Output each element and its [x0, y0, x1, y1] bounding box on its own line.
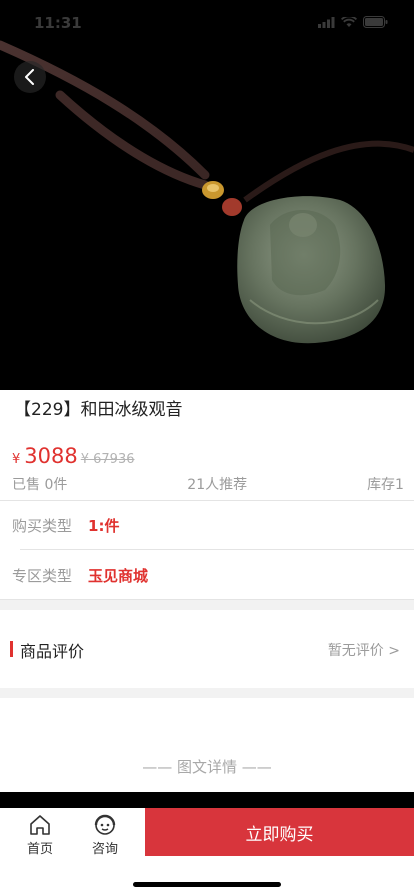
detail-image-top — [0, 792, 414, 808]
section-gap — [0, 600, 414, 610]
status-time: 11:31 — [34, 14, 82, 32]
consult-label: 咨询 — [91, 842, 118, 857]
zone-type-label: 专区类型 — [12, 567, 73, 585]
divider — [0, 500, 414, 501]
customer-service-icon — [94, 814, 116, 835]
home-icon — [30, 815, 50, 835]
home-tab[interactable]: 首页 — [15, 812, 65, 857]
product-title: 【229】和田冰级观音 — [14, 400, 183, 420]
price-row: ¥ 3088 ¥ 67936 — [12, 444, 135, 468]
sold-count: 已售 0件 — [12, 477, 68, 493]
current-price: 3088 — [24, 444, 78, 468]
jade-pendant-photo — [0, 40, 414, 344]
review-accent-bar — [10, 641, 13, 657]
details-header: —— 图文详情 —— — [142, 758, 272, 776]
buy-now-button[interactable]: 立即购买 — [145, 808, 414, 856]
price-symbol: ¥ — [12, 452, 21, 467]
review-status: 暂无评价 > — [327, 643, 400, 659]
wifi-icon — [341, 16, 357, 27]
recommend-count: 21人推荐 — [187, 477, 248, 493]
home-indicator — [133, 882, 281, 887]
product-stats: 已售 0件 21人推荐 库存1 — [12, 474, 404, 494]
status-bar: 11:31 — [0, 14, 414, 36]
consult-tab[interactable]: 咨询 — [80, 812, 130, 857]
purchase-type-value: 1:件 — [88, 517, 120, 535]
signal-icon — [318, 16, 335, 28]
original-price: ¥ 67936 — [80, 452, 135, 467]
purchase-type-row[interactable]: 购买类型 1:件 — [12, 515, 119, 536]
zone-type-row: 专区类型 玉见商城 — [12, 565, 148, 586]
purchase-type-label: 购买类型 — [12, 517, 73, 535]
zone-type-value: 玉见商城 — [88, 567, 149, 585]
section-gap — [0, 688, 414, 698]
back-button[interactable] — [14, 61, 46, 93]
home-label: 首页 — [26, 842, 53, 857]
battery-icon — [363, 16, 388, 28]
product-image: 11:31 — [0, 0, 414, 390]
review-section[interactable]: 商品评价 暂无评价 > — [0, 610, 414, 688]
review-label: 商品评价 — [20, 642, 85, 661]
divider — [20, 549, 414, 550]
stock-count: 库存1 — [367, 477, 404, 493]
chevron-left-icon — [25, 69, 34, 85]
